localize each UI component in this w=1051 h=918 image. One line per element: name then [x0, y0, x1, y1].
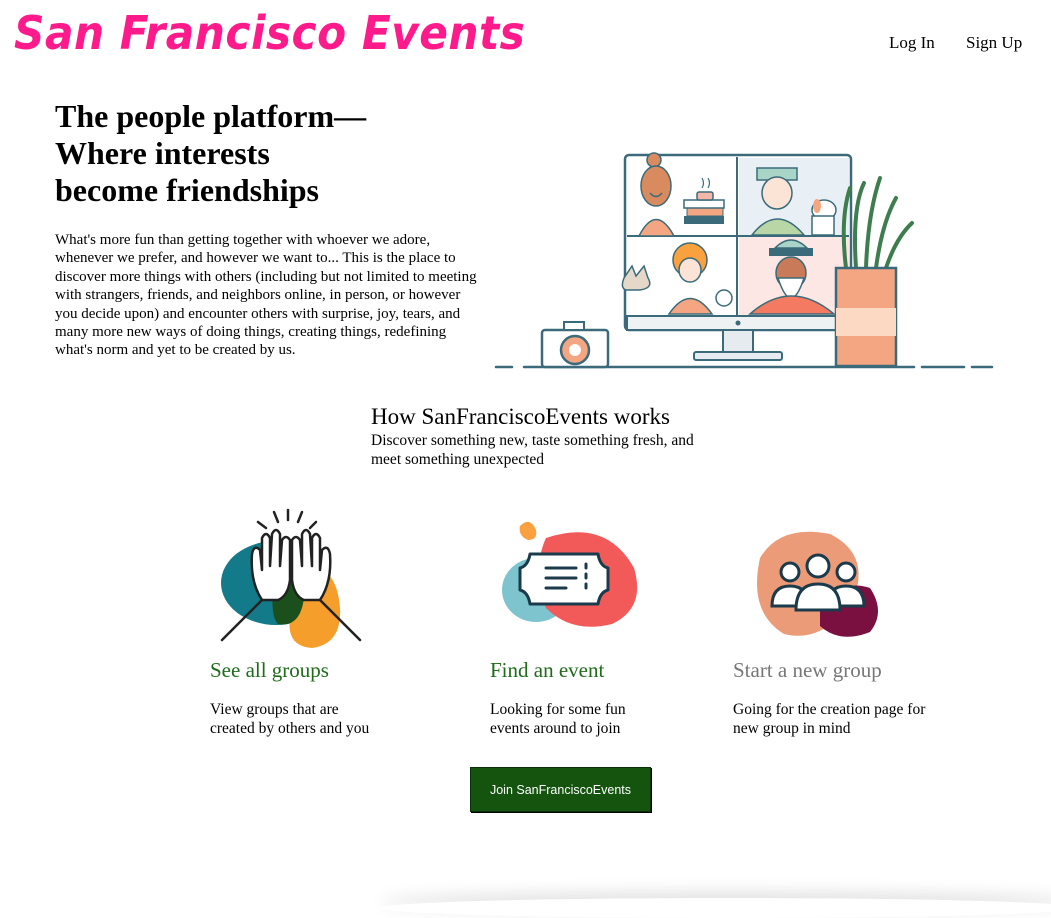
ticket-icon[interactable]: [500, 518, 640, 630]
see-all-groups-description: View groups that are created by others a…: [210, 701, 370, 737]
how-it-works-subtitle: Discover something new, taste something …: [371, 432, 694, 468]
hero-title-line: become friendships: [55, 172, 319, 208]
find-an-event-description: Looking for some fun events around to jo…: [490, 701, 626, 737]
see-all-groups-link[interactable]: See all groups: [210, 658, 329, 683]
join-button[interactable]: Join SanFranciscoEvents: [470, 767, 651, 812]
find-an-event-link[interactable]: Find an event: [490, 658, 604, 683]
signup-link[interactable]: Sign Up: [966, 33, 1022, 53]
hero-title-line: Where interests: [55, 135, 270, 171]
high-five-icon[interactable]: [216, 508, 368, 648]
people-group-icon[interactable]: [750, 528, 885, 640]
hero-title: The people platform— Where interests bec…: [55, 98, 395, 209]
start-new-group-link[interactable]: Start a new group: [733, 658, 882, 683]
login-link[interactable]: Log In: [889, 33, 935, 53]
video-call-illustration: [494, 152, 994, 369]
how-it-works-title: How SanFranciscoEvents works: [371, 404, 670, 429]
site-logo[interactable]: San Francisco Events: [14, 6, 525, 60]
hero-title-line: The people platform—: [55, 98, 367, 134]
hero-description: What's more fun than getting together wi…: [55, 232, 477, 359]
footer-shadow: [380, 898, 1051, 918]
start-new-group-description: Going for the creation page for new grou…: [733, 701, 926, 737]
